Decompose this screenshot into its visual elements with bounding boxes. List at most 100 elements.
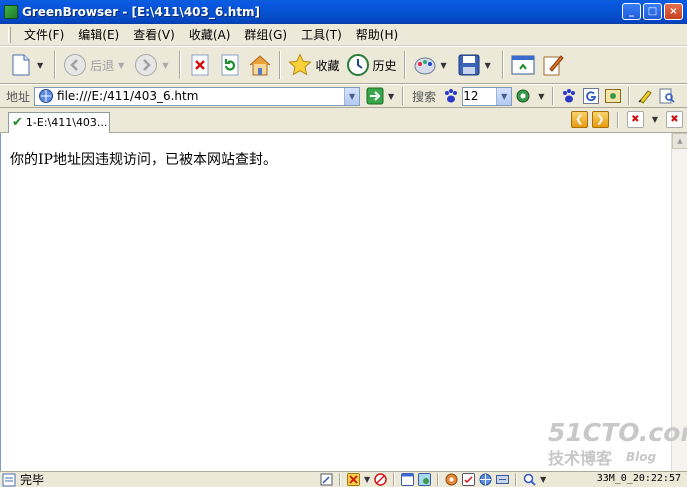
search-input[interactable]: 12: [463, 89, 496, 103]
status-text: 完毕: [20, 473, 45, 487]
image-toggle-icon[interactable]: [418, 473, 432, 486]
url-input[interactable]: file:///E:/411/403_6.htm: [57, 89, 344, 103]
forward-arrow-icon: [134, 53, 158, 77]
window-mode-icon[interactable]: [401, 473, 415, 486]
watermark-sub-row: 技术博客 Blog: [548, 445, 687, 469]
popup-dropdown-icon[interactable]: ▼: [364, 475, 370, 484]
tab-controls: ❮ ❯ ✖ ▼ ✖: [570, 111, 683, 128]
notepad-pen-icon: [541, 53, 565, 77]
previous-tab-button[interactable]: ❮: [570, 111, 588, 128]
popup-block-icon[interactable]: [347, 473, 360, 486]
menu-grip[interactable]: [8, 26, 11, 43]
back-dropdown-icon[interactable]: ▼: [118, 61, 124, 70]
palette-icon: [413, 53, 437, 77]
baidu-search-icon[interactable]: [561, 88, 577, 104]
skin-button[interactable]: ▼: [410, 49, 454, 81]
home-icon: [248, 53, 272, 77]
activex-toggle-icon[interactable]: [462, 473, 476, 486]
toolbar-separator: [501, 51, 504, 79]
toolbar-separator: [403, 51, 406, 79]
favorites-button[interactable]: 收藏: [285, 49, 342, 81]
address-input-box[interactable]: file:///E:/411/403_6.htm ▼: [34, 86, 361, 106]
ie-globe-icon[interactable]: [479, 473, 492, 486]
address-separator: [402, 87, 405, 105]
status-separator: [515, 473, 518, 486]
refresh-button[interactable]: [215, 49, 245, 81]
new-page-dropdown-icon[interactable]: ▼: [37, 61, 43, 70]
status-separator: [437, 473, 440, 486]
status-bar: 完毕 ▼ ▼ 33M_0_20:22:57: [0, 471, 687, 487]
back-label: 后退: [90, 58, 115, 73]
close-tab-button[interactable]: ✖: [626, 111, 644, 128]
address-label: 地址: [6, 89, 31, 104]
memory-clock-readout: 33M_0_20:22:57: [596, 473, 681, 484]
history-clock-icon: [346, 53, 370, 77]
proxy-icon[interactable]: [496, 473, 510, 486]
zoom-dropdown-icon[interactable]: ▼: [540, 475, 546, 484]
greenbrowser-app-icon: [4, 5, 18, 19]
maximize-button[interactable]: □: [643, 3, 662, 20]
stop-button[interactable]: [185, 49, 215, 81]
toolbar-separator: [179, 51, 182, 79]
menu-help[interactable]: 帮助(H): [349, 26, 405, 43]
menu-favorites[interactable]: 收藏(A): [182, 26, 238, 43]
refresh-icon: [218, 53, 242, 77]
menu-groups[interactable]: 群组(G): [237, 26, 294, 43]
menu-tools[interactable]: 工具(T): [294, 26, 349, 43]
fullscreen-window-icon: [511, 53, 535, 77]
home-button[interactable]: [245, 49, 275, 81]
new-page-button[interactable]: ▼: [6, 49, 50, 81]
next-tab-button[interactable]: ❯: [591, 111, 609, 128]
close-button[interactable]: ×: [664, 3, 683, 20]
edit-page-icon[interactable]: [320, 473, 333, 486]
history-button[interactable]: 历史: [343, 49, 400, 81]
forward-button[interactable]: ▼: [131, 49, 175, 81]
google-search-icon[interactable]: [583, 88, 600, 104]
baidu-paw-icon[interactable]: [443, 88, 459, 104]
tools-button[interactable]: [538, 49, 568, 81]
engine-dropdown-icon[interactable]: ▼: [538, 92, 544, 101]
close-tab-dropdown-icon[interactable]: ▼: [652, 115, 658, 124]
skin-dropdown-icon[interactable]: ▼: [441, 61, 447, 70]
image-search-icon[interactable]: [605, 88, 622, 104]
save-dropdown-icon[interactable]: ▼: [485, 61, 491, 70]
back-button[interactable]: 后退 ▼: [60, 49, 131, 81]
search-input-box[interactable]: 12 ▼: [462, 86, 513, 106]
toolbar-separator: [279, 51, 282, 79]
watermark: 51CTO.com 技术博客 Blog: [548, 418, 687, 469]
ie-page-icon: [39, 89, 54, 103]
search-engine-icon[interactable]: [515, 88, 531, 104]
forward-dropdown-icon[interactable]: ▼: [162, 61, 168, 70]
watermark-blog: Blog: [626, 450, 657, 464]
star-icon: [288, 53, 313, 77]
script-toggle-icon[interactable]: [445, 473, 458, 486]
fullscreen-button[interactable]: [508, 49, 538, 81]
tab-bar: ✔ 1-E:\411\403... ❮ ❯ ✖ ▼ ✖: [0, 108, 687, 133]
new-page-icon: [9, 53, 33, 77]
zoom-icon[interactable]: [523, 473, 536, 486]
status-separator: [393, 473, 396, 486]
menu-file[interactable]: 文件(F): [17, 26, 71, 43]
scroll-up-icon[interactable]: ▲: [672, 133, 687, 149]
find-in-page-icon[interactable]: [659, 88, 675, 104]
window-title: GreenBrowser - [E:\411\403_6.htm]: [22, 5, 261, 19]
url-history-dropdown-icon[interactable]: ▼: [344, 87, 360, 105]
minimize-button[interactable]: _: [622, 3, 641, 20]
checkmark-icon: ✔: [12, 115, 23, 130]
status-icon-tray: ▼ ▼: [320, 473, 546, 486]
back-arrow-icon: [63, 53, 87, 77]
window-controls: _ □ ×: [622, 3, 683, 20]
menu-edit[interactable]: 编辑(E): [71, 26, 126, 43]
go-button[interactable]: [366, 87, 384, 105]
watermark-main: 51CTO.com: [548, 418, 687, 447]
search-dropdown-icon[interactable]: ▼: [496, 87, 512, 105]
close-all-tabs-button[interactable]: ✖: [666, 111, 683, 128]
highlight-pen-icon[interactable]: [637, 88, 653, 104]
ad-filter-icon[interactable]: [374, 473, 387, 486]
go-dropdown-icon[interactable]: ▼: [388, 92, 394, 101]
save-button[interactable]: ▼: [454, 49, 498, 81]
tab-current[interactable]: ✔ 1-E:\411\403...: [8, 111, 110, 133]
menu-view[interactable]: 查看(V): [126, 26, 182, 43]
main-toolbar: ▼ 后退 ▼ ▼ 收藏 历史 ▼ ▼: [0, 46, 687, 84]
favorites-label: 收藏: [315, 58, 340, 73]
